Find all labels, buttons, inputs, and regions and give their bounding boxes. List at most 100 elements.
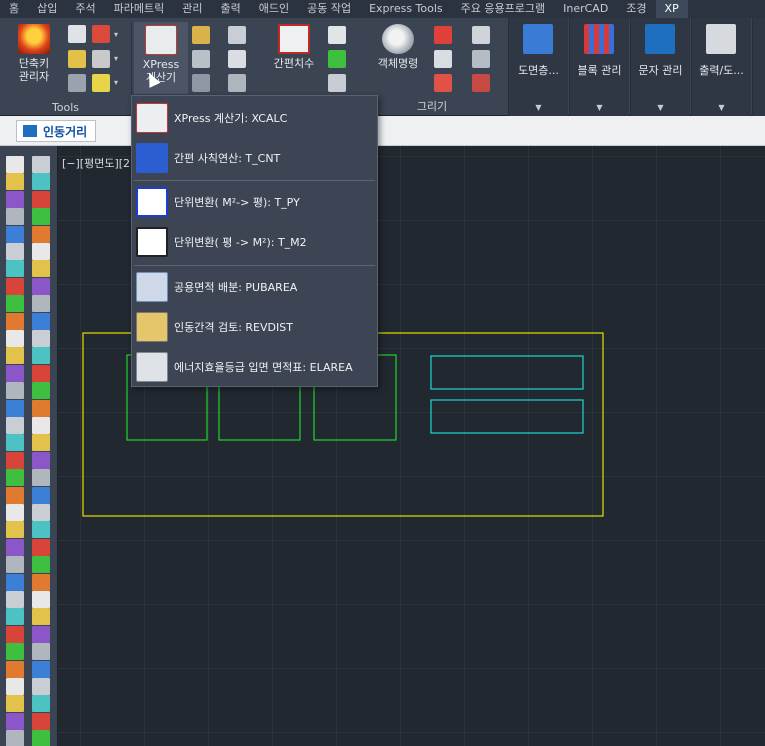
toolbar-tool-icon[interactable] — [32, 173, 50, 191]
toolbar-tool-icon[interactable] — [32, 277, 50, 295]
toolbar-tool-icon[interactable] — [6, 678, 24, 695]
toolbar-tool-icon[interactable] — [32, 347, 50, 365]
toolbar-tool-icon[interactable] — [32, 625, 50, 643]
toolbar-tool-icon[interactable] — [32, 538, 50, 556]
toolbar-tool-icon[interactable] — [32, 434, 50, 452]
toolbar-tool-icon[interactable] — [32, 608, 50, 626]
toolbar-tool-icon[interactable] — [6, 382, 24, 400]
draw-tool-8-icon[interactable] — [434, 50, 452, 68]
toolbar-tool-icon[interactable] — [6, 625, 24, 643]
dim-tool-1-icon[interactable] — [328, 26, 346, 44]
toolbar-tool-icon[interactable] — [32, 591, 50, 608]
overflow-panel[interactable] — [752, 18, 765, 116]
tab-home[interactable]: 홈 — [0, 0, 28, 18]
toolbar-tool-icon[interactable] — [6, 451, 24, 469]
toolbar-tool-icon[interactable] — [32, 504, 50, 521]
plot-button[interactable]: 출력/도... ▼ — [691, 18, 751, 116]
toolbar-tool-icon[interactable] — [32, 712, 50, 730]
tab-collaborate[interactable]: 공동 작업 — [298, 0, 360, 18]
toolbar-tool-icon[interactable] — [32, 678, 50, 695]
toolbar-tool-icon[interactable] — [32, 417, 50, 434]
dropdown-arrow-icon[interactable]: ▾ — [114, 78, 118, 87]
toolbar-tool-icon[interactable] — [32, 469, 50, 487]
toolbar-tool-icon[interactable] — [6, 260, 24, 278]
draw-tool-9-icon[interactable] — [434, 74, 452, 92]
tool-5-icon[interactable] — [68, 74, 86, 92]
menu-item-revdist[interactable]: 인동간격 검토: REVDIST — [132, 307, 377, 347]
menu-item-t-m2[interactable]: 단위변환( 평 -> M²): T_M2 — [132, 222, 377, 262]
toolbar-tool-icon[interactable] — [6, 434, 24, 452]
tool-4-icon[interactable] — [92, 50, 110, 68]
draw-tool-12-icon[interactable] — [472, 74, 490, 92]
tab-express-tools[interactable]: Express Tools — [360, 0, 452, 18]
toolbar-tool-icon[interactable] — [32, 730, 50, 746]
toolbar-tool-icon[interactable] — [6, 364, 24, 382]
shortcut-manager-button[interactable]: 단축키 관리자 — [10, 24, 58, 83]
toolbar-tool-icon[interactable] — [6, 591, 24, 608]
toolbar-tool-icon[interactable] — [32, 260, 50, 278]
toolbar-tool-icon[interactable] — [6, 538, 24, 556]
toolbar-tool-icon[interactable] — [6, 330, 24, 347]
toolbar-tool-icon[interactable] — [6, 208, 24, 226]
menu-item-xcalc[interactable]: XPress 계산기: XCALC — [132, 98, 377, 138]
draw-tool-11-icon[interactable] — [472, 50, 490, 68]
draw-tool-3-icon[interactable] — [192, 74, 210, 92]
dim-tool-2-icon[interactable] — [328, 50, 346, 68]
draw-tool-5-icon[interactable] — [228, 50, 246, 68]
tab-main-apps[interactable]: 주요 응용프로그램 — [452, 0, 554, 18]
block-manager-button[interactable]: 블록 관리 ▼ — [569, 18, 629, 116]
toolbar-tool-icon[interactable] — [32, 312, 50, 330]
toolbar-tool-icon[interactable] — [6, 556, 24, 574]
tab-parametric[interactable]: 파라메트릭 — [105, 0, 174, 18]
tab-inercad[interactable]: InerCAD — [554, 0, 617, 18]
table-rect-2[interactable] — [430, 399, 584, 434]
dim-tool-3-icon[interactable] — [328, 74, 346, 92]
tab-annotate[interactable]: 주석 — [66, 0, 104, 18]
toolbar-tool-icon[interactable] — [32, 156, 50, 173]
draw-tool-6-icon[interactable] — [228, 74, 246, 92]
tab-addins[interactable]: 애드인 — [250, 0, 298, 18]
toolbar-tool-icon[interactable] — [32, 330, 50, 347]
tab-manage[interactable]: 관리 — [173, 0, 211, 18]
toolbar-tool-icon[interactable] — [6, 156, 24, 173]
toolbar-tool-icon[interactable] — [6, 469, 24, 487]
toolbar-tool-icon[interactable] — [6, 695, 24, 713]
tool-2-icon[interactable] — [92, 25, 110, 43]
toolbar-tool-icon[interactable] — [32, 486, 50, 504]
draw-tool-2-icon[interactable] — [192, 50, 210, 68]
draw-tool-4-icon[interactable] — [228, 26, 246, 44]
toolbar-tool-icon[interactable] — [6, 347, 24, 365]
tab-output[interactable]: 출력 — [211, 0, 249, 18]
text-manager-button[interactable]: 문자 관리 ▼ — [630, 18, 690, 116]
toolbar-tool-icon[interactable] — [6, 173, 24, 191]
toolbar-tool-icon[interactable] — [6, 521, 24, 539]
toolbar-tool-icon[interactable] — [32, 243, 50, 260]
menu-item-elarea[interactable]: 에너지효율등급 입면 면적표: ELAREA — [132, 347, 377, 387]
object-command-button[interactable]: 객체명령 — [368, 24, 428, 70]
dropdown-arrow-icon[interactable]: ▾ — [114, 54, 118, 63]
toolbar-tool-icon[interactable] — [32, 225, 50, 243]
toolbar-tool-icon[interactable] — [32, 695, 50, 713]
draw-tool-10-icon[interactable] — [472, 26, 490, 44]
toolbar-tool-icon[interactable] — [6, 225, 24, 243]
toolbar-tool-icon[interactable] — [6, 399, 24, 417]
toolbar-tool-icon[interactable] — [32, 364, 50, 382]
toolbar-tool-icon[interactable] — [32, 521, 50, 539]
table-rect-1[interactable] — [430, 355, 584, 390]
tab-xp[interactable]: XP — [655, 0, 688, 18]
toolbar-tool-icon[interactable] — [6, 504, 24, 521]
toolbar-tool-icon[interactable] — [32, 190, 50, 208]
menu-item-t-cnt[interactable]: 간편 사칙연산: T_CNT — [132, 138, 377, 178]
toolbar-tool-icon[interactable] — [32, 643, 50, 661]
toolbar-tool-icon[interactable] — [6, 243, 24, 260]
toolbar-tool-icon[interactable] — [32, 573, 50, 591]
tool-3-icon[interactable] — [68, 50, 86, 68]
toolbar-tool-icon[interactable] — [6, 730, 24, 746]
dropdown-arrow-icon[interactable]: ▾ — [114, 30, 118, 39]
layer-manager-button[interactable]: 도면층... ▼ — [508, 18, 568, 116]
draw-tool-7-icon[interactable] — [434, 26, 452, 44]
toolbar-tool-icon[interactable] — [32, 382, 50, 400]
toolbar-tool-icon[interactable] — [6, 190, 24, 208]
toolbar-tool-icon[interactable] — [6, 312, 24, 330]
toolbar-tool-icon[interactable] — [6, 295, 24, 313]
